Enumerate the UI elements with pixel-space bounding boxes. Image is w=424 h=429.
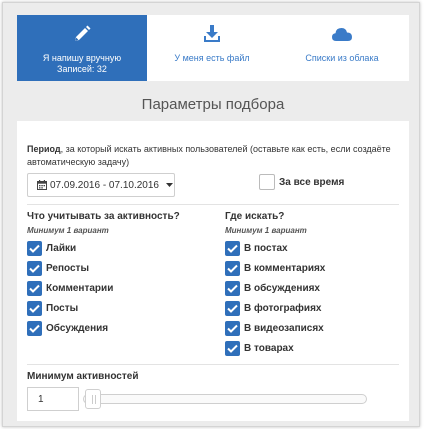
activity-option[interactable]: Репосты: [27, 258, 180, 278]
pencil-icon: [72, 22, 92, 46]
where-option-label: В обсуждениях: [244, 282, 320, 294]
check-icon: [29, 284, 40, 293]
tab-manual-count: Записей: 32: [57, 64, 107, 74]
all-time-option[interactable]: За все время: [259, 174, 344, 190]
where-column: Где искать? Минимум 1 вариант В постах В …: [225, 211, 325, 358]
divider: [27, 364, 399, 365]
slider-handle[interactable]: [85, 389, 101, 409]
period-description: Период, за который искать активных польз…: [27, 143, 397, 169]
where-option[interactable]: В обсуждениях: [225, 278, 325, 298]
checkbox-checked[interactable]: [27, 240, 42, 256]
app-window: Я напишу вручную Записей: 32 У меня есть…: [2, 2, 420, 427]
check-icon: [29, 264, 40, 273]
activity-option[interactable]: Посты: [27, 298, 180, 318]
date-range-picker[interactable]: 07.09.2016 - 07.10.2016: [27, 173, 175, 197]
check-icon: [29, 244, 40, 253]
date-range-value: 07.09.2016 - 07.10.2016: [50, 179, 159, 191]
check-icon: [227, 324, 238, 333]
all-time-label: За все время: [279, 176, 345, 188]
activity-hint: Минимум 1 вариант: [27, 226, 109, 235]
tab-cloud-label: Списки из облака: [305, 53, 379, 63]
checkbox-checked[interactable]: [27, 260, 42, 276]
where-option-label: В видеозаписях: [244, 322, 324, 334]
activity-title: Что учитывать за активность?: [27, 211, 180, 222]
activity-option-label: Репосты: [46, 262, 89, 274]
checkbox-checked[interactable]: [225, 320, 240, 336]
activity-option-label: Посты: [46, 302, 79, 314]
min-activity-slider[interactable]: [83, 394, 367, 404]
check-icon: [227, 304, 238, 313]
where-option[interactable]: В товарах: [225, 338, 325, 358]
min-activity-label: Минимум активностей: [27, 371, 139, 382]
where-option-label: В комментариях: [244, 262, 326, 274]
check-icon: [227, 264, 238, 273]
activity-option-label: Лайки: [46, 242, 77, 254]
checkbox-checked[interactable]: [27, 280, 42, 296]
activity-column: Что учитывать за активность? Минимум 1 в…: [27, 211, 180, 338]
tab-file-label: У меня есть файл: [174, 53, 250, 63]
where-hint: Минимум 1 вариант: [225, 226, 307, 235]
checkbox-checked[interactable]: [225, 260, 240, 276]
download-icon: [203, 22, 221, 46]
checkbox-checked[interactable]: [225, 240, 240, 256]
all-time-checkbox[interactable]: [259, 174, 275, 190]
where-option[interactable]: В комментариях: [225, 258, 325, 278]
divider: [27, 204, 399, 205]
period-hint: , за который искать активных пользовател…: [27, 144, 391, 167]
activity-option[interactable]: Комментарии: [27, 278, 180, 298]
checkbox-checked[interactable]: [27, 320, 42, 336]
checkbox-checked[interactable]: [225, 300, 240, 316]
tab-file[interactable]: У меня есть файл: [147, 15, 277, 81]
where-option-label: В постах: [244, 242, 288, 254]
checkbox-checked[interactable]: [225, 340, 240, 356]
check-icon: [29, 324, 40, 333]
where-option-label: В товарах: [244, 342, 294, 354]
checkbox-checked[interactable]: [225, 280, 240, 296]
section-title: Параметры подбора: [141, 96, 285, 113]
check-icon: [29, 304, 40, 313]
activity-option-label: Комментарии: [46, 282, 114, 294]
where-title: Где искать?: [225, 211, 285, 222]
min-activity-input[interactable]: 1: [27, 387, 79, 411]
check-icon: [227, 344, 238, 353]
cloud-icon: [331, 22, 353, 46]
activity-option[interactable]: Лайки: [27, 238, 180, 258]
source-tabs: Я напишу вручную Записей: 32 У меня есть…: [17, 15, 409, 81]
caret-down-icon: [165, 183, 173, 187]
checkbox-checked[interactable]: [27, 300, 42, 316]
where-option-label: В фотографиях: [244, 302, 322, 314]
check-icon: [227, 244, 238, 253]
tab-manual[interactable]: Я напишу вручную Записей: 32: [17, 15, 147, 81]
period-label: Период: [27, 144, 61, 154]
params-panel: Период, за который искать активных польз…: [17, 121, 409, 421]
check-icon: [227, 284, 238, 293]
where-option[interactable]: В постах: [225, 238, 325, 258]
where-option[interactable]: В фотографиях: [225, 298, 325, 318]
calendar-icon: [37, 180, 47, 190]
tab-manual-label: Я напишу вручную: [42, 53, 122, 63]
where-option[interactable]: В видеозаписях: [225, 318, 325, 338]
activity-option-label: Обсуждения: [46, 322, 109, 334]
tab-cloud[interactable]: Списки из облака: [277, 15, 407, 81]
activity-option[interactable]: Обсуждения: [27, 318, 180, 338]
